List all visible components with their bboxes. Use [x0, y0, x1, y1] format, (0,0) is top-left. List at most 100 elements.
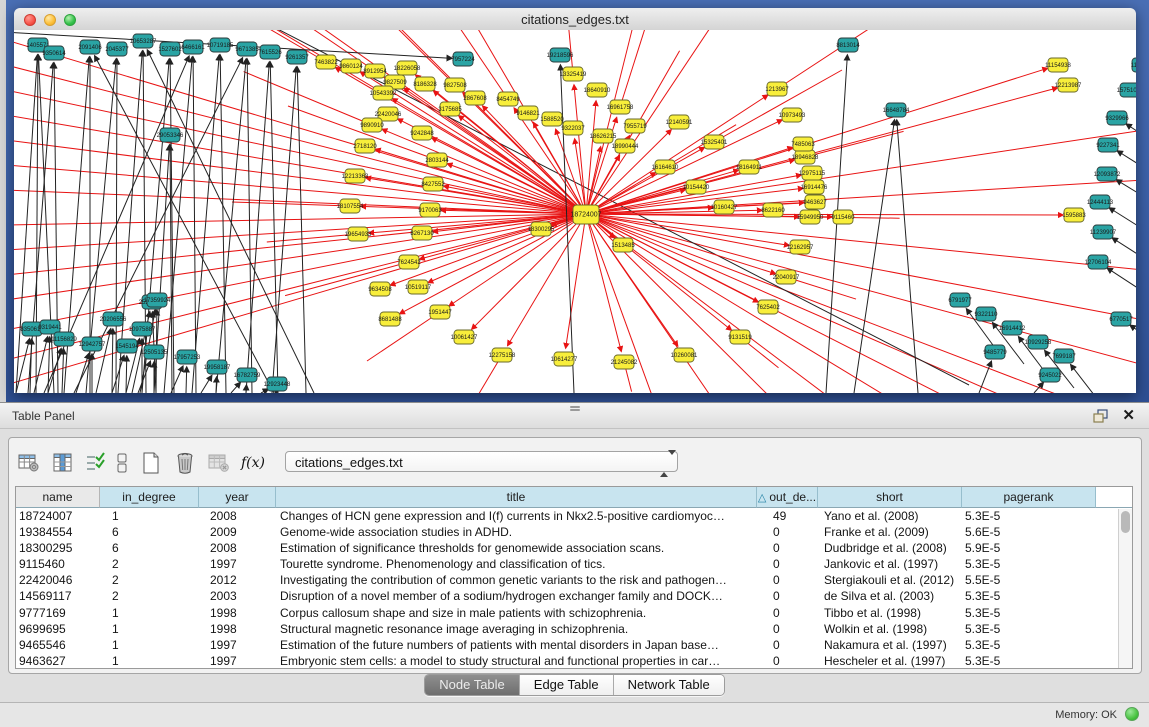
graph-node[interactable]: 13325419 [560, 67, 587, 81]
graph-node[interactable]: 16648784 [883, 103, 910, 117]
graph-node[interactable]: 18640910 [584, 83, 611, 97]
column-header-short[interactable]: short [818, 487, 962, 508]
clear-selection-icon[interactable] [112, 450, 132, 476]
graph-node[interactable]: 9329966 [1105, 111, 1129, 125]
panel-splitter-handle[interactable] [568, 405, 582, 412]
graph-node[interactable]: 8454749 [496, 92, 520, 106]
graph-node[interactable]: 9671385 [235, 42, 259, 56]
graph-node[interactable]: 9115460 [832, 210, 856, 224]
graph-node[interactable]: 9890910 [360, 118, 384, 132]
graph-node[interactable]: 1588520 [540, 112, 564, 126]
column-header-title[interactable]: title [276, 487, 757, 508]
column-header-out_de[interactable]: △out_de... [757, 487, 818, 508]
table-row[interactable]: 977716911998Corpus callosum shape and si… [16, 605, 1132, 621]
graph-node[interactable]: 18990444 [612, 139, 639, 153]
graph-node[interactable]: 12093872 [1094, 167, 1121, 181]
graph-node[interactable]: 8427552 [421, 177, 445, 191]
graph-node[interactable]: 10929258 [1025, 335, 1052, 349]
graph-node[interactable]: 15325401 [701, 135, 728, 149]
table-row[interactable]: 1872400712008Changes of HCN gene express… [16, 508, 1132, 524]
graph-node[interactable]: 9227341 [1096, 138, 1120, 152]
graph-node[interactable]: 16961758 [607, 100, 634, 114]
graph-node[interactable]: 12942757 [79, 337, 106, 351]
graph-node[interactable]: 7957224 [451, 52, 475, 66]
graph-node[interactable]: 7625402 [756, 300, 780, 314]
graph-node[interactable]: 8186328 [413, 77, 437, 91]
graph-node[interactable]: 7615526 [258, 45, 282, 59]
table-row[interactable]: 946362711997Embryonic stem cells: a mode… [16, 653, 1132, 669]
graph-node[interactable]: 12505135 [141, 345, 168, 359]
graph-node[interactable]: 8813014 [836, 38, 860, 52]
graph-node[interactable]: 12444113 [1087, 195, 1114, 209]
graph-node[interactable]: 21245082 [611, 355, 638, 369]
graph-node[interactable]: 6466161 [181, 40, 205, 54]
table-row[interactable]: 2242004622012Investigating the contribut… [16, 572, 1132, 588]
graph-node[interactable]: 9827508 [443, 78, 467, 92]
graph-node[interactable]: 18226058 [394, 61, 421, 75]
graph-node[interactable]: 18164911 [736, 160, 763, 174]
graph-node[interactable]: 8622160 [761, 203, 785, 217]
graph-node[interactable]: 17359924 [144, 293, 171, 307]
graph-node[interactable]: 19654933 [345, 227, 372, 241]
graph-node[interactable]: 16164610 [652, 160, 679, 174]
graph-node[interactable]: 12706104 [1085, 255, 1112, 269]
column-header-pagerank[interactable]: pagerank [962, 487, 1096, 508]
column-header-name[interactable]: name [16, 487, 100, 508]
graph-node[interactable]: 1545194 [115, 339, 139, 353]
graph-node[interactable]: 9634508 [368, 282, 392, 296]
graph-node[interactable]: 1951447 [428, 305, 452, 319]
graph-node[interactable]: 15751074 [1117, 83, 1136, 97]
graph-node[interactable]: 3175685 [438, 102, 462, 116]
graph-node[interactable]: 9485779 [983, 345, 1007, 359]
graph-node[interactable]: 15949950 [797, 210, 824, 224]
graph-node[interactable]: 10260081 [671, 348, 698, 362]
network-window-titlebar[interactable]: citations_edges.txt [14, 8, 1136, 31]
graph-node[interactable]: 2091406 [78, 40, 102, 54]
graph-node[interactable]: 18946828 [792, 150, 819, 164]
network-canvas[interactable]: 1405571935061420914062045377106532871527… [14, 30, 1136, 393]
tab-network-table[interactable]: Network Table [614, 675, 724, 695]
graph-node[interactable]: 6770517 [1109, 312, 1133, 326]
graph-node[interactable]: 7463822 [314, 55, 338, 69]
graph-node[interactable]: 9322110 [975, 307, 999, 321]
column-header-in_degree[interactable]: in_degree [100, 487, 199, 508]
graph-node[interactable]: 2867608 [463, 91, 487, 105]
graph-node[interactable]: 9350614 [42, 46, 66, 60]
delete-table-icon[interactable] [204, 450, 234, 476]
tab-node-table[interactable]: Node Table [425, 675, 520, 695]
column-header-year[interactable]: year [199, 487, 276, 508]
graph-node[interactable]: 22040917 [773, 270, 800, 284]
graph-node[interactable]: 7485063 [791, 137, 815, 151]
table-row[interactable]: 911546021997Tourette syndrome. Phenomeno… [16, 556, 1132, 572]
graph-node[interactable]: 16782759 [234, 368, 261, 382]
table-row[interactable]: 946554611997Estimation of the future num… [16, 637, 1132, 653]
graph-node[interactable]: 7624542 [397, 255, 421, 269]
graph-node[interactable]: 9322037 [561, 121, 585, 135]
graph-node[interactable]: 20206556 [100, 312, 127, 326]
graph-node[interactable]: 18107554 [337, 199, 364, 213]
table-mode-icon[interactable] [14, 450, 44, 476]
graph-node[interactable]: 17957253 [174, 350, 201, 364]
graph-node[interactable]: 12140591 [666, 115, 693, 129]
graph-node[interactable]: 1213967 [765, 82, 789, 96]
scrollbar-thumb[interactable] [1121, 511, 1130, 533]
select-all-rows-icon[interactable] [82, 450, 108, 476]
graph-node[interactable]: 18300295 [528, 222, 555, 236]
memory-status-icon[interactable] [1125, 707, 1139, 721]
graph-node[interactable]: 10653287 [130, 34, 157, 48]
table-row[interactable]: 1830029562008Estimation of significance … [16, 540, 1132, 556]
hub-node[interactable]: 18724007 [570, 205, 601, 224]
table-selector-dropdown[interactable]: citations_edges.txt [285, 451, 678, 472]
float-panel-icon[interactable] [1093, 409, 1109, 424]
graph-node[interactable]: 11156829 [51, 332, 77, 346]
vertical-scrollbar[interactable] [1118, 509, 1132, 669]
create-column-icon[interactable] [136, 450, 166, 476]
graph-node[interactable]: 1513485 [611, 238, 635, 252]
graph-node[interactable]: 9170063 [418, 203, 442, 217]
graph-node[interactable]: 9146821 [516, 106, 540, 120]
graph-node[interactable]: 1527602 [158, 42, 182, 56]
graph-node[interactable]: 11154938 [1045, 58, 1071, 72]
graph-node[interactable]: 18626215 [590, 129, 617, 143]
graph-node[interactable]: 10614277 [551, 352, 578, 366]
close-panel-icon[interactable]: ✕ [1122, 407, 1135, 424]
